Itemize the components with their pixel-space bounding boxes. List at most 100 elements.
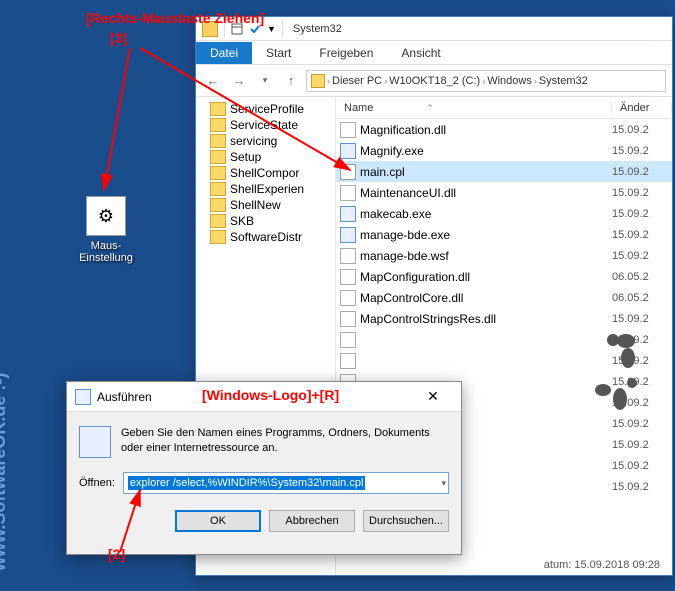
crumb[interactable]: Windows [487, 75, 532, 87]
desktop-shortcut[interactable]: ⚙ Maus-Einstellung [66, 196, 146, 264]
file-row[interactable]: main.cpl15.09.2 [336, 161, 672, 182]
ok-button[interactable]: OK [175, 510, 261, 532]
file-date: 15.09.2 [612, 124, 668, 136]
run-body: Geben Sie den Namen eines Programms, Ord… [67, 412, 461, 554]
file-icon [340, 164, 356, 180]
run-big-icon [79, 426, 111, 458]
nav-folder[interactable]: servicing [196, 133, 335, 149]
file-date: 15.09.2 [612, 313, 668, 325]
file-date: 15.09.2 [612, 229, 668, 241]
crumb[interactable]: Dieser PC [332, 75, 382, 87]
file-row[interactable]: MaintenanceUI.dll15.09.2 [336, 182, 672, 203]
nav-folder[interactable]: Setup [196, 149, 335, 165]
file-row[interactable]: Magnification.dll15.09.2 [336, 119, 672, 140]
column-name[interactable]: Name ⌃ [336, 102, 612, 114]
file-date: 15.09.2 [612, 481, 668, 493]
command-text: explorer /select,%WINDIR%\System32\main.… [128, 476, 366, 490]
file-row[interactable]: makecab.exe15.09.2 [336, 203, 672, 224]
file-date: 15.09.2 [612, 187, 668, 199]
folder-icon [210, 166, 226, 180]
run-dialog: Ausführen ✕ Geben Sie den Namen eines Pr… [66, 381, 462, 555]
folder-icon [210, 102, 226, 116]
folder-label: ServiceState [230, 118, 298, 132]
tab-view[interactable]: Ansicht [387, 42, 454, 64]
forward-button[interactable]: → [228, 70, 250, 92]
check-icon[interactable] [249, 23, 261, 35]
run-description-row: Geben Sie den Namen eines Programms, Ord… [79, 426, 449, 458]
properties-icon[interactable] [231, 23, 243, 35]
file-name: manage-bde.wsf [360, 249, 612, 263]
folder-icon [210, 214, 226, 228]
nav-folder[interactable]: SKB [196, 213, 335, 229]
close-button[interactable]: ✕ [413, 383, 453, 411]
file-date: 15.09.2 [612, 208, 668, 220]
dropdown-icon[interactable]: ▾ [441, 478, 446, 489]
sort-icon: ⌃ [426, 103, 434, 113]
file-row[interactable]: MapConfiguration.dll06.05.2 [336, 266, 672, 287]
status-bar: atum: 15.09.2018 09:28 [540, 555, 664, 575]
open-label: Öffnen: [79, 477, 115, 489]
run-icon [75, 389, 91, 405]
nav-folder[interactable]: ServiceState [196, 117, 335, 133]
up-button[interactable]: ↑ [280, 70, 302, 92]
tab-share[interactable]: Freigeben [305, 42, 387, 64]
file-row[interactable]: Magnify.exe15.09.2 [336, 140, 672, 161]
file-date: 15.09.2 [612, 166, 668, 178]
file-name: MaintenanceUI.dll [360, 186, 612, 200]
file-icon [340, 227, 356, 243]
nav-folder[interactable]: ServiceProfile [196, 101, 335, 117]
file-row[interactable]: manage-bde.exe15.09.2 [336, 224, 672, 245]
back-button[interactable]: ← [202, 70, 224, 92]
file-name: MapConfiguration.dll [360, 270, 612, 284]
folder-icon [311, 74, 325, 88]
folder-label: SKB [230, 214, 254, 228]
chevron-icon: › [384, 76, 387, 86]
recent-button[interactable]: ▾ [254, 70, 276, 92]
crumb[interactable]: System32 [539, 75, 588, 87]
folder-icon [210, 198, 226, 212]
file-icon [340, 248, 356, 264]
command-input[interactable]: explorer /select,%WINDIR%\System32\main.… [123, 472, 449, 494]
breadcrumb[interactable]: › Dieser PC › W10OKT18_2 (C:) › Windows … [306, 70, 666, 92]
file-row[interactable]: MapControlStringsRes.dll15.09.2 [336, 308, 672, 329]
file-name: makecab.exe [360, 207, 612, 221]
cancel-button[interactable]: Abbrechen [269, 510, 355, 532]
file-date: 15.09.2 [612, 460, 668, 472]
column-date[interactable]: Änder [612, 102, 672, 114]
folder-label: servicing [230, 134, 277, 148]
file-icon [340, 311, 356, 327]
file-icon [340, 122, 356, 138]
dropdown-icon[interactable]: ▼ [267, 24, 276, 34]
file-icon [340, 206, 356, 222]
file-icon [340, 332, 356, 348]
column-headers: Name ⌃ Änder [336, 97, 672, 119]
separator [224, 21, 225, 37]
folder-icon [210, 182, 226, 196]
file-name: Magnify.exe [360, 144, 612, 158]
nav-folder[interactable]: SoftwareDistr [196, 229, 335, 245]
folder-label: ShellExperien [230, 182, 304, 196]
run-buttons: OK Abbrechen Durchsuchen... [79, 510, 449, 540]
file-date: 06.05.2 [612, 271, 668, 283]
browse-button[interactable]: Durchsuchen... [363, 510, 449, 532]
folder-label: SoftwareDistr [230, 230, 302, 244]
nav-folder[interactable]: ShellNew [196, 197, 335, 213]
run-description: Geben Sie den Namen eines Programms, Ord… [121, 426, 449, 458]
nav-folder[interactable]: ShellExperien [196, 181, 335, 197]
ribbon-tabs: Datei Start Freigeben Ansicht [196, 41, 672, 65]
file-date: 15.09.2 [612, 250, 668, 262]
tab-file[interactable]: Datei [196, 42, 252, 64]
file-row[interactable]: manage-bde.wsf15.09.2 [336, 245, 672, 266]
nav-folder[interactable]: ShellCompor [196, 165, 335, 181]
crumb[interactable]: W10OKT18_2 (C:) [389, 75, 480, 87]
annotation-3: [3] [110, 30, 127, 46]
file-date: 15.09.2 [612, 145, 668, 157]
tab-start[interactable]: Start [252, 42, 305, 64]
address-bar-row: ← → ▾ ↑ › Dieser PC › W10OKT18_2 (C:) › … [196, 65, 672, 97]
file-row[interactable]: MapControlCore.dll06.05.2 [336, 287, 672, 308]
chevron-icon: › [327, 76, 330, 86]
file-icon [340, 185, 356, 201]
folder-icon [210, 118, 226, 132]
run-titlebar: Ausführen ✕ [67, 382, 461, 412]
decorative-figures [587, 334, 657, 444]
